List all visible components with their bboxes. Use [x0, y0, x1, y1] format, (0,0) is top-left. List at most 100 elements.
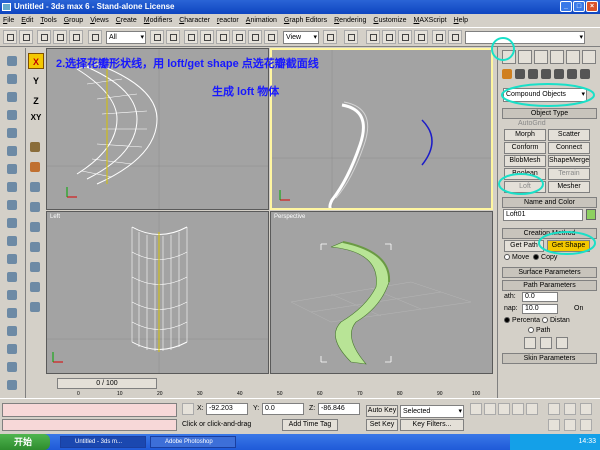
motion-tab[interactable] [550, 50, 564, 64]
blobmesh-button[interactable]: BlobMesh [504, 155, 546, 167]
get-path-button[interactable]: Get Path [504, 240, 544, 252]
viewport-top[interactable] [46, 48, 269, 210]
scale-icon[interactable] [264, 30, 278, 44]
spacing-icon[interactable] [27, 220, 43, 234]
menu-animation[interactable]: Animation [246, 14, 277, 27]
selection-filter-dropdown[interactable]: All [106, 31, 146, 44]
boolean-button[interactable]: Boolean [504, 168, 546, 180]
axis-xy-button[interactable]: XY [28, 110, 44, 126]
create-tube-icon[interactable] [4, 180, 20, 194]
create-ringwave-icon[interactable] [4, 360, 20, 374]
selection-lock-icon[interactable] [27, 140, 43, 154]
menu-create[interactable]: Create [116, 14, 137, 27]
axis-z-button[interactable]: Z [28, 93, 44, 109]
distance-radio[interactable] [541, 317, 548, 324]
autogrid-checkbox[interactable]: AutoGrid [518, 120, 546, 127]
create-teapot-icon[interactable] [4, 126, 20, 140]
name-color-rollout[interactable]: Name and Color [502, 197, 597, 208]
maxscript-listener[interactable] [2, 403, 177, 417]
create-oiltank-icon[interactable] [4, 270, 20, 284]
key-filters-button[interactable]: Key Filters... [400, 419, 464, 431]
cameras-icon[interactable] [541, 69, 551, 79]
maximize-button[interactable]: □ [573, 1, 585, 12]
align-camera-icon[interactable] [27, 280, 43, 294]
percent-snap-icon[interactable] [398, 30, 412, 44]
minimize-button[interactable]: _ [560, 1, 572, 12]
menu-edit[interactable]: Edit [21, 14, 33, 27]
copy-radio[interactable] [533, 254, 540, 261]
y-coord-field[interactable]: 0.0 [262, 403, 304, 415]
task-3dsmax[interactable]: Untitled - 3ds m... [60, 436, 146, 448]
axis-y-button[interactable]: Y [28, 73, 44, 89]
loft-button[interactable]: Loft [504, 181, 546, 193]
previous-frame-icon[interactable] [484, 403, 496, 415]
geometry-icon[interactable] [502, 69, 512, 79]
menu-views[interactable]: Views [90, 14, 109, 27]
percentage-radio[interactable] [504, 317, 510, 324]
create-tab[interactable] [502, 50, 516, 64]
menu-modifiers[interactable]: Modifiers [144, 14, 172, 27]
menu-maxscript[interactable]: MAXScript [414, 14, 447, 27]
create-hose-icon[interactable] [4, 378, 20, 392]
select-scale-icon[interactable] [216, 30, 230, 44]
path-steps-radio[interactable] [528, 327, 534, 334]
menu-customize[interactable]: Customize [373, 14, 406, 27]
play-icon[interactable] [498, 403, 510, 415]
move-icon[interactable] [232, 30, 246, 44]
menu-character[interactable]: Character [179, 14, 210, 27]
create-gengon-icon[interactable] [4, 306, 20, 320]
auto-key-button[interactable]: Auto Key [366, 405, 398, 417]
undo-icon[interactable] [3, 30, 17, 44]
menu-graph-editors[interactable]: Graph Editors [284, 14, 327, 27]
start-button[interactable]: 开始 [0, 434, 50, 450]
snap-on-checkbox[interactable]: On [574, 305, 583, 312]
path-parameters-rollout[interactable]: Path Parameters [502, 280, 597, 291]
rotate-icon[interactable] [248, 30, 262, 44]
menu-help[interactable]: Help [454, 14, 468, 27]
connect-button[interactable]: Connect [548, 142, 590, 154]
create-plane-icon[interactable] [4, 216, 20, 230]
snap-value-field[interactable]: 10.0 [522, 304, 558, 314]
task-photoshop[interactable]: Adobe Photoshop [150, 436, 236, 448]
mesher-button[interactable]: Mesher [548, 181, 590, 193]
viewport-front[interactable] [270, 48, 493, 210]
terrain-button[interactable]: Terrain [548, 168, 590, 180]
morph-button[interactable]: Morph [504, 129, 546, 141]
category-dropdown[interactable]: Compound Objects [503, 88, 587, 102]
create-chamferbox-icon[interactable] [4, 252, 20, 266]
close-button[interactable]: × [586, 1, 598, 12]
align-icon[interactable] [27, 200, 43, 214]
select-by-name-icon[interactable] [150, 30, 164, 44]
create-spindle-icon[interactable] [4, 288, 20, 302]
helpers-icon[interactable] [554, 69, 564, 79]
go-to-end-icon[interactable] [526, 403, 538, 415]
axis-x-button[interactable]: X [28, 53, 44, 69]
viewport-left[interactable]: Left [46, 211, 269, 374]
menu-reactor[interactable]: reactor [217, 14, 239, 27]
angle-snap-icon[interactable] [382, 30, 396, 44]
region-select-icon[interactable] [166, 30, 180, 44]
create-box-icon[interactable] [4, 54, 20, 68]
create-pyramid-icon[interactable] [4, 198, 20, 212]
x-coord-field[interactable]: -92.203 [206, 403, 248, 415]
shapemerge-button[interactable]: ShapeMerge [548, 155, 590, 167]
mirror-icon[interactable] [448, 30, 462, 44]
unlink-icon[interactable] [53, 30, 67, 44]
move-radio[interactable] [504, 254, 510, 261]
zoom-all-icon[interactable] [564, 403, 576, 415]
create-hedra-icon[interactable] [4, 234, 20, 248]
link-icon[interactable] [37, 30, 51, 44]
mirror-tool-icon[interactable] [27, 160, 43, 174]
previous-shape-icon[interactable] [540, 337, 552, 349]
modify-tab[interactable] [518, 50, 532, 64]
object-name-field[interactable]: Loft01 [503, 209, 583, 221]
array-icon[interactable] [27, 180, 43, 194]
get-shape-button[interactable]: Get Shape [547, 240, 590, 252]
hierarchy-tab[interactable] [534, 50, 548, 64]
scatter-button[interactable]: Scatter [548, 129, 590, 141]
reference-coord-dropdown[interactable]: View [283, 31, 319, 44]
select-move-icon[interactable] [184, 30, 198, 44]
create-cone-icon[interactable] [4, 144, 20, 158]
create-torus-icon[interactable] [4, 108, 20, 122]
pick-shape-icon[interactable] [524, 337, 536, 349]
